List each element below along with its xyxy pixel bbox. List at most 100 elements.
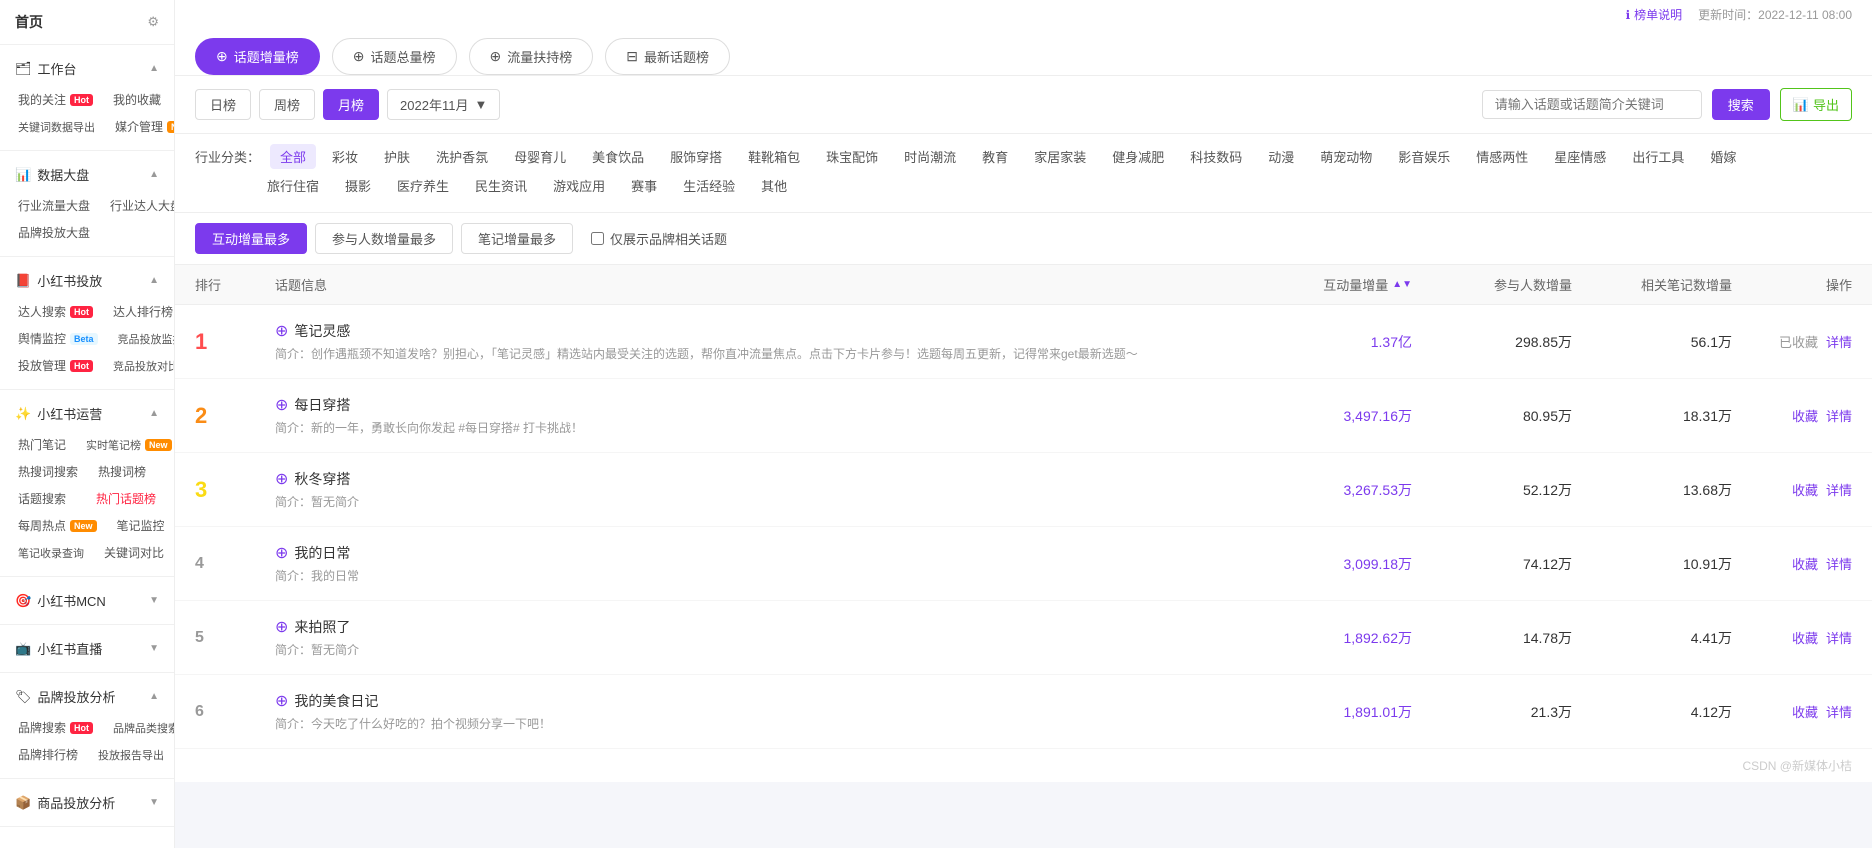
detail-btn-2[interactable]: 详情 [1826,406,1852,425]
cat-emotion[interactable]: 情感两性 [1466,144,1538,169]
sidebar-item-industry-traffic[interactable]: 行业流量大盘 [10,192,98,219]
date-select[interactable]: 2022年11月 ▼ [387,89,500,120]
cat-sports[interactable]: 赛事 [621,173,667,198]
cat-fashion[interactable]: 服饰穿搭 [660,144,732,169]
cat-photo[interactable]: 摄影 [335,173,381,198]
sidebar-item-keyword-export[interactable]: 关键词数据导出 [10,113,103,140]
export-button[interactable]: 📊 导出 [1780,88,1852,121]
topic-title-6[interactable]: ⊕ 我的美食日记 [275,691,1252,711]
sidebar-item-brand-cat-search[interactable]: 品牌品类搜索New [105,714,175,741]
cat-travel-tool[interactable]: 出行工具 [1622,144,1694,169]
cat-fitness[interactable]: 健身减肥 [1102,144,1174,169]
tab-total[interactable]: ⊕ 话题总量榜 [332,38,457,75]
detail-btn-4[interactable]: 详情 [1826,554,1852,573]
cat-trend[interactable]: 时尚潮流 [894,144,966,169]
collect-btn-5[interactable]: 收藏 [1792,628,1818,647]
cat-astro[interactable]: 星座情感 [1544,144,1616,169]
cat-other[interactable]: 其他 [751,173,797,198]
cat-tech[interactable]: 科技数码 [1180,144,1252,169]
sort-interaction-btn[interactable]: 互动增量最多 [195,223,307,254]
section-goods-header[interactable]: 📦 商品投放分析 ▼ [0,787,174,818]
sidebar-item-sentiment[interactable]: 舆情监控Beta [10,325,106,352]
sidebar-item-industry-kol[interactable]: 行业达人大盘 [102,192,175,219]
cat-pets[interactable]: 萌宠动物 [1310,144,1382,169]
sidebar-item-brand-rank[interactable]: 品牌排行榜 [10,741,86,768]
cat-travel[interactable]: 旅行住宿 [257,173,329,198]
cat-game[interactable]: 游戏应用 [543,173,615,198]
sidebar-item-hot-search-rank[interactable]: 热搜词榜 [90,458,164,485]
collect-btn-4[interactable]: 收藏 [1792,554,1818,573]
cat-jewelry[interactable]: 珠宝配饰 [816,144,888,169]
sidebar-item-my-collect[interactable]: 我的收藏 [105,86,169,113]
sidebar-item-competitor-monitor[interactable]: 竞品投放监控 [110,325,175,352]
topic-title-4[interactable]: ⊕ 我的日常 [275,543,1252,563]
sidebar-item-hot-search[interactable]: 热搜词搜索 [10,458,86,485]
brand-filter-checkbox[interactable] [591,232,604,245]
sidebar-item-weekly-hot[interactable]: 每周热点New [10,512,105,539]
section-workbench-header[interactable]: 🗂 工作台 ▲ [0,53,174,84]
sort-notes-btn[interactable]: 笔记增量最多 [461,223,573,254]
tab-growth[interactable]: ⊕ 话题增量榜 [195,38,320,75]
cat-medical[interactable]: 医疗养生 [387,173,459,198]
help-link[interactable]: ℹ 榜单说明 [1626,6,1683,23]
sidebar-item-competitor-compare[interactable]: 竞品投放对比 [105,352,175,379]
cat-home[interactable]: 家居家装 [1024,144,1096,169]
section-xhs-ops-header[interactable]: ✨ 小红书运营 ▲ [0,398,174,429]
sidebar-item-media-mgmt[interactable]: 媒介管理New [107,113,175,140]
sidebar-item-placement-mgmt[interactable]: 投放管理Hot [10,352,101,379]
collect-btn-1[interactable]: 已收藏 [1779,332,1818,351]
topic-title-1[interactable]: ⊕ 笔记灵感 [275,321,1252,341]
cat-all[interactable]: 全部 [270,144,316,169]
topic-title-2[interactable]: ⊕ 每日穿搭 [275,395,1252,415]
tab-traffic[interactable]: ⊕ 流量扶持榜 [469,38,594,75]
home-label[interactable]: 首页 [15,12,43,32]
collect-btn-3[interactable]: 收藏 [1792,480,1818,499]
sidebar-item-brand-search[interactable]: 品牌搜索Hot [10,714,101,741]
sidebar-item-kol-rank[interactable]: 达人排行榜Hot [105,298,175,325]
period-week-btn[interactable]: 周榜 [259,89,315,120]
cat-shoes[interactable]: 鞋靴箱包 [738,144,810,169]
cat-news[interactable]: 民生资讯 [465,173,537,198]
cat-anime[interactable]: 动漫 [1258,144,1304,169]
brand-filter-checkbox-label[interactable]: 仅展示品牌相关话题 [591,229,727,248]
cat-food[interactable]: 美食饮品 [582,144,654,169]
gear-icon[interactable]: ⚙ [147,14,159,30]
detail-btn-6[interactable]: 详情 [1826,702,1852,721]
sidebar-item-note-monitor[interactable]: 笔记监控 [109,512,173,539]
period-month-btn[interactable]: 月榜 [323,89,379,120]
detail-btn-5[interactable]: 详情 [1826,628,1852,647]
sidebar-item-brand-placement[interactable]: 品牌投放大盘 [10,219,164,246]
cat-skincare[interactable]: 护肤 [374,144,420,169]
tab-newest[interactable]: ⊟ 最新话题榜 [605,38,730,75]
cat-entertainment[interactable]: 影音娱乐 [1388,144,1460,169]
sidebar-item-my-follow[interactable]: 我的关注Hot [10,86,101,113]
sidebar-item-hot-notes[interactable]: 热门笔记 [10,431,74,458]
period-day-btn[interactable]: 日榜 [195,89,251,120]
sidebar-item-note-index[interactable]: 笔记收录查询 [10,539,92,566]
collect-btn-2[interactable]: 收藏 [1792,406,1818,425]
sidebar-item-report-export[interactable]: 投放报告导出 [90,741,172,768]
collect-btn-6[interactable]: 收藏 [1792,702,1818,721]
cat-makeup[interactable]: 彩妆 [322,144,368,169]
detail-btn-3[interactable]: 详情 [1826,480,1852,499]
section-mcn-header[interactable]: 🎯 小红书MCN ▼ [0,585,174,616]
cat-education[interactable]: 教育 [972,144,1018,169]
section-brand-header[interactable]: 🏷 品牌投放分析 ▲ [0,681,174,712]
search-input[interactable] [1482,90,1702,119]
sort-participants-btn[interactable]: 参与人数增量最多 [315,223,453,254]
section-xhs-ad-header[interactable]: 📕 小红书投放 ▲ [0,265,174,296]
sidebar-item-topic-search[interactable]: 话题搜索 [10,485,84,512]
sidebar-item-realtime-rank[interactable]: 实时笔记榜New [78,431,175,458]
sidebar-item-kol-search[interactable]: 达人搜索Hot [10,298,101,325]
cat-life[interactable]: 生活经验 [673,173,745,198]
search-button[interactable]: 搜索 [1712,89,1770,120]
cat-baby[interactable]: 母婴育儿 [504,144,576,169]
sidebar-item-hot-topic-rank[interactable]: 热门话题榜 [88,485,164,512]
detail-btn-1[interactable]: 详情 [1826,332,1852,351]
section-live-header[interactable]: 📺 小红书直播 ▼ [0,633,174,664]
topic-title-3[interactable]: ⊕ 秋冬穿搭 [275,469,1252,489]
sidebar-item-keyword-compare[interactable]: 关键词对比 [96,539,172,566]
section-data-header[interactable]: 📊 数据大盘 ▲ [0,159,174,190]
cat-fragrance[interactable]: 洗护香氛 [426,144,498,169]
topic-title-5[interactable]: ⊕ 来拍照了 [275,617,1252,637]
